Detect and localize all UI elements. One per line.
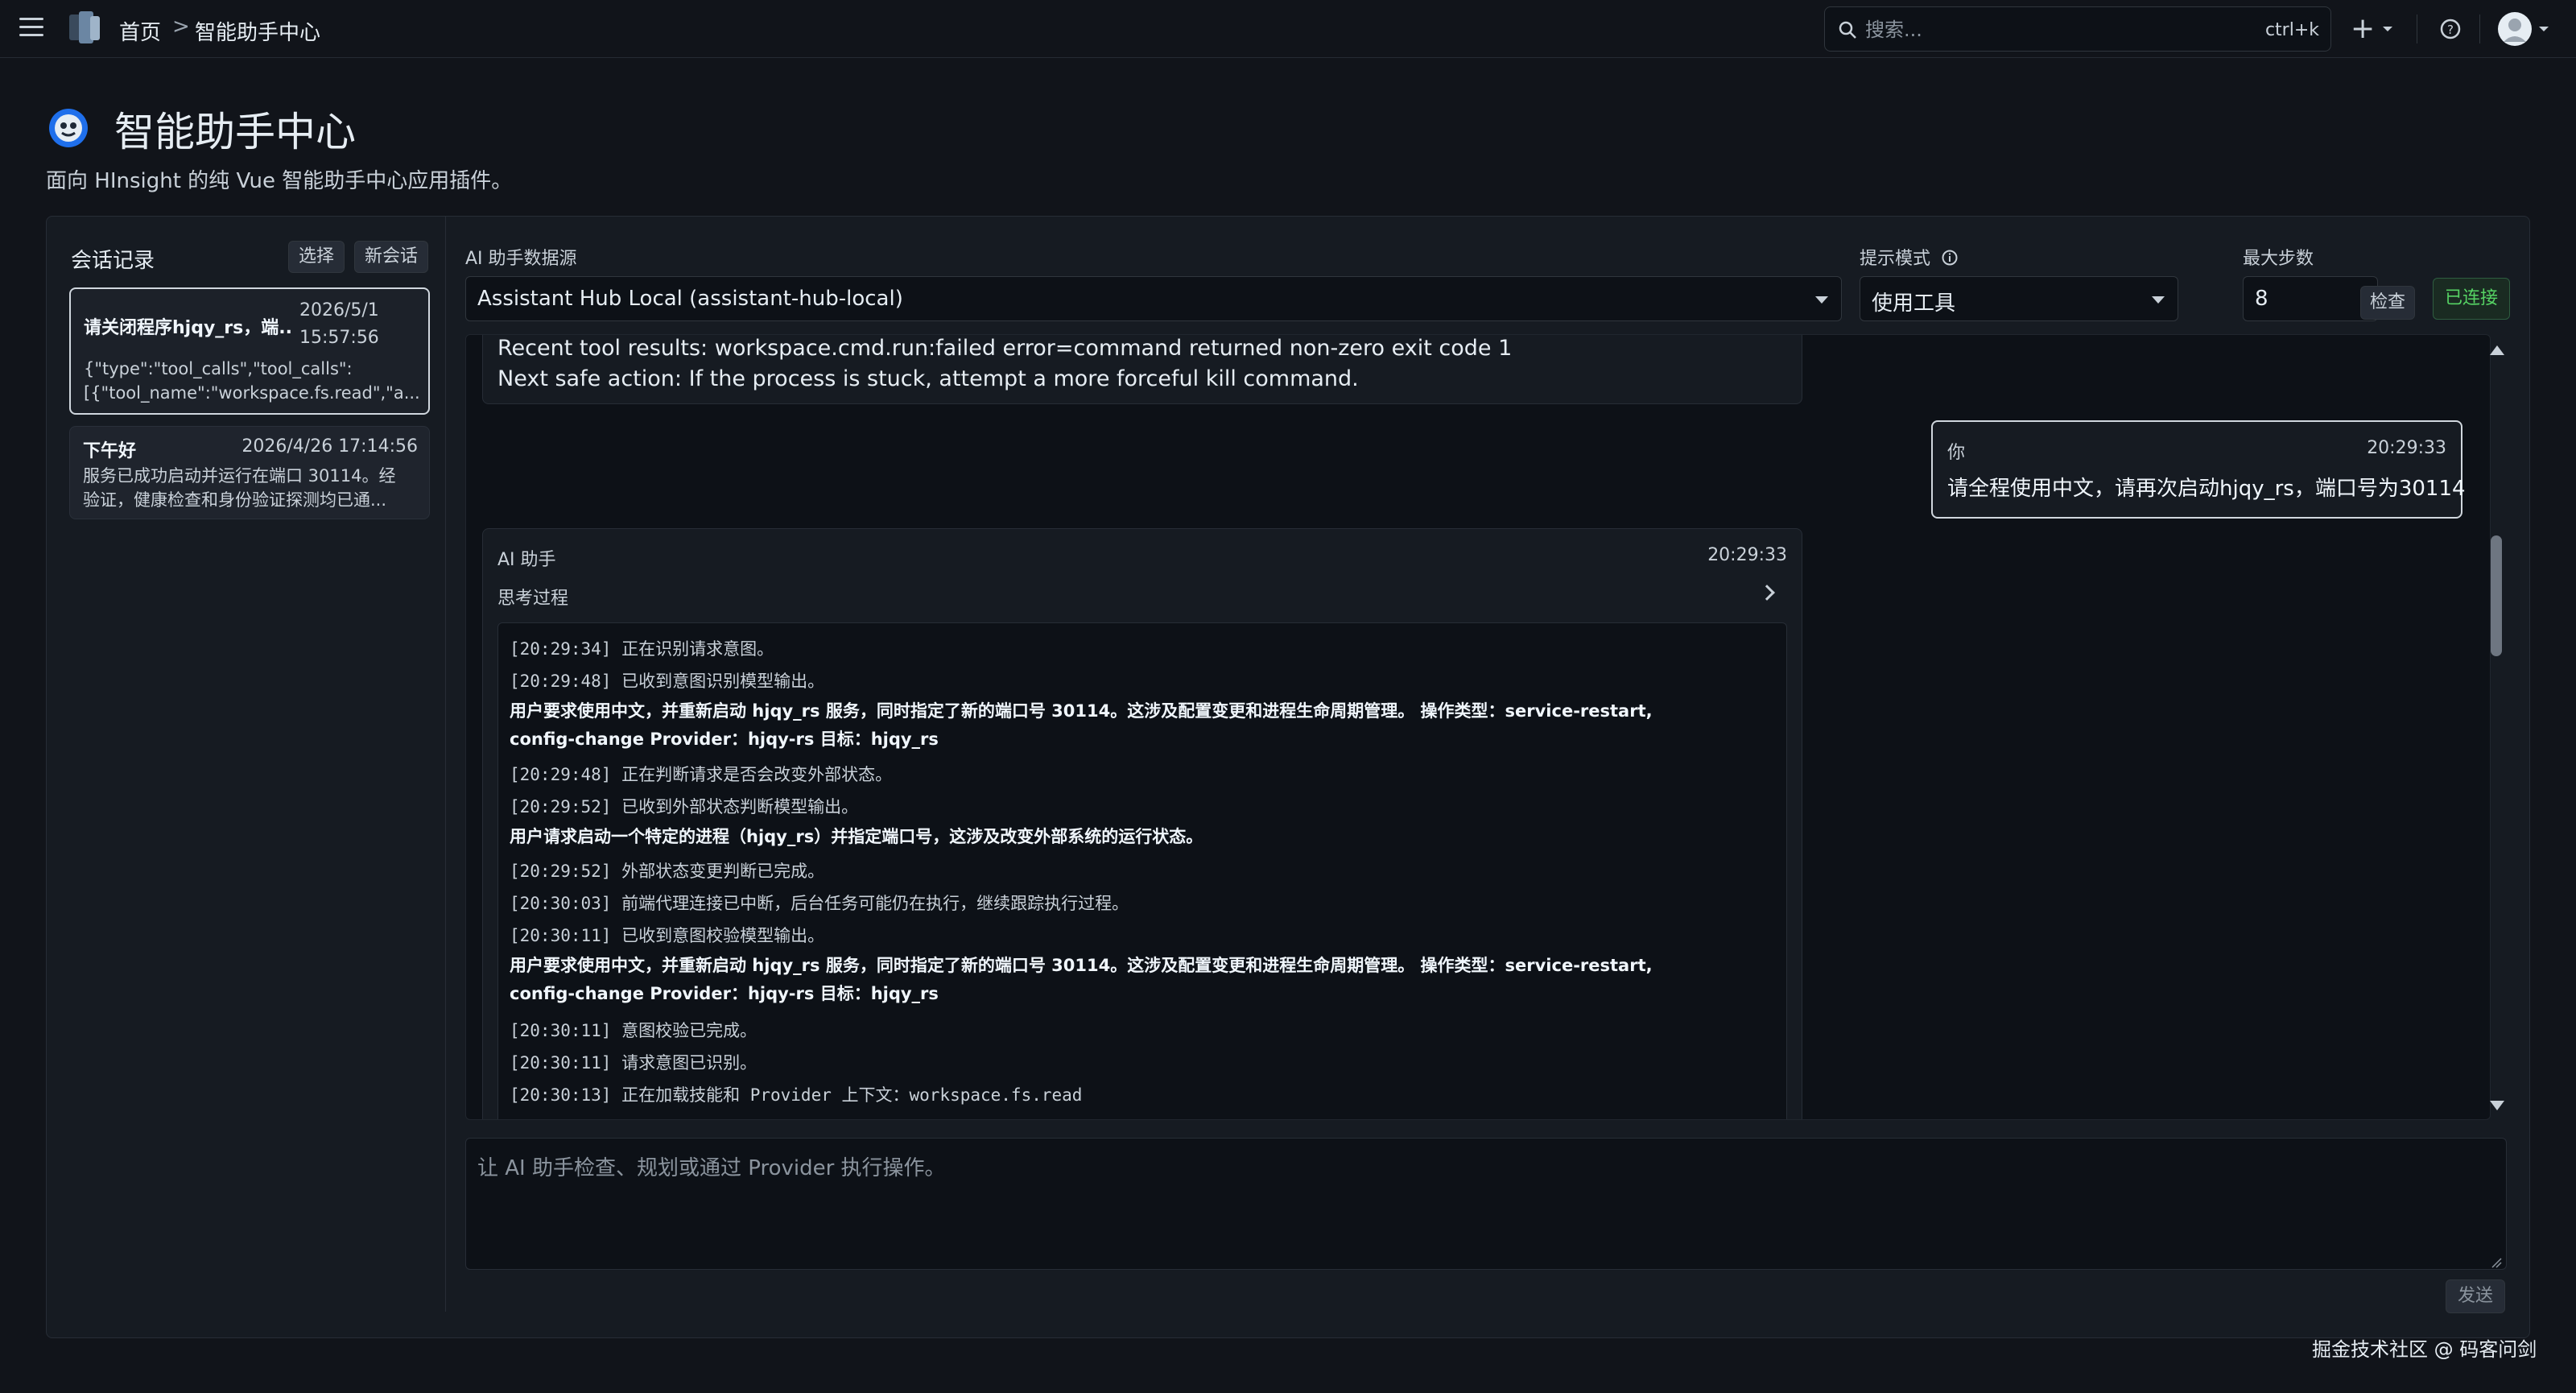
mode-value: 使用工具	[1872, 291, 1956, 316]
mode-select[interactable]: 使用工具	[1860, 276, 2178, 321]
log-line: [20:29:52] 外部状态变更判断已完成。	[510, 862, 825, 881]
conversation-title: 下午好	[83, 441, 137, 461]
message-input[interactable]	[465, 1138, 2507, 1270]
conversation-title: 请关闭程序hjqy_rs，端...	[84, 318, 293, 338]
message-time: 20:29:33	[1707, 545, 1787, 565]
conversation-preview: 服务已成功启动并运行在端口 30114。经	[83, 466, 396, 486]
breadcrumb-home[interactable]: 首页	[119, 16, 161, 46]
datasource-select[interactable]: Assistant Hub Local (assistant-hub-local…	[465, 276, 1842, 321]
thinking-toggle[interactable]: 思考过程	[497, 584, 568, 610]
message-time: 20:29:33	[2367, 438, 2446, 458]
message-author: AI 助手	[497, 550, 556, 570]
log-line: [20:29:52] 已收到外部状态判断模型输出。	[510, 797, 859, 816]
avatar-icon	[2498, 12, 2532, 46]
user-message: 你 20:29:33 请全程使用中文，请再次启动hjqy_rs，端口号为3011…	[1931, 420, 2466, 519]
conversation-preview: {"type":"tool_calls","tool_calls":	[84, 359, 353, 378]
log-line: 用户要求使用中文，并重新启动 hjqy_rs 服务，同时指定了新的端口号 301…	[510, 956, 1653, 1003]
search-icon	[1839, 21, 1856, 39]
conversation-preview: 验证，健康检查和身份验证探测均已通...	[83, 490, 387, 510]
info-icon	[1942, 250, 1958, 266]
message-text: Recent tool results: workspace.cmd.run:f…	[497, 336, 1513, 361]
connection-status-badge: 已连接	[2433, 278, 2510, 320]
message-author: 你	[1947, 443, 1966, 463]
assistant-message: Recent tool results: workspace.cmd.run:f…	[482, 335, 1802, 404]
divider	[2479, 14, 2480, 43]
caret-down-icon	[2152, 296, 2165, 304]
breadcrumb-separator: >	[172, 14, 190, 39]
svg-text:?: ?	[2447, 23, 2454, 37]
search-input[interactable]	[1865, 15, 2203, 44]
caret-down-icon	[1815, 296, 1828, 304]
log-line: [20:30:11] 请求意图已识别。	[510, 1053, 758, 1073]
message-text: Next safe action: If the process is stuc…	[497, 366, 1359, 391]
conversation-item[interactable]: 请关闭程序hjqy_rs，端... 2026/5/1 15:57:56 {"ty…	[69, 287, 430, 415]
assistant-panel: 会话记录 选择 新会话 请关闭程序hjqy_rs，端... 2026/5/1 1…	[46, 216, 2530, 1338]
assistant-message: AI 助手 20:29:33 思考过程 [20:29:34] 正在识别请求意图。…	[482, 528, 1802, 1119]
plus-icon: +	[2351, 12, 2376, 45]
menu-icon[interactable]	[19, 18, 43, 37]
conversation-time: 15:57:56	[299, 328, 379, 348]
chevron-down-icon	[2383, 27, 2393, 31]
page-subtitle: 面向 HInsight 的纯 Vue 智能助手中心应用插件。	[46, 169, 513, 193]
log-line: [20:30:11] 已收到意图校验模型输出。	[510, 926, 825, 945]
log-line: 用户要求使用中文，并重新启动 hjqy_rs 服务，同时指定了新的端口号 301…	[510, 701, 1653, 749]
log-line: 用户请求启动一个特定的进程（hjqy_rs）并指定端口号，这涉及改变外部系统的运…	[510, 827, 1203, 846]
check-button[interactable]: 检查	[2360, 286, 2415, 320]
assistant-logo-icon	[49, 109, 88, 147]
scrollbar-thumb[interactable]	[2491, 535, 2502, 656]
log-line: [20:29:48] 正在判断请求是否会改变外部状态。	[510, 765, 893, 784]
breadcrumb-current: 智能助手中心	[195, 21, 321, 45]
watermark: 掘金技术社区 @ 码客问剑	[2312, 1338, 2537, 1361]
message-list[interactable]: Recent tool results: workspace.cmd.run:f…	[465, 334, 2491, 1120]
datasource-value: Assistant Hub Local (assistant-hub-local…	[477, 287, 903, 311]
chat-content: AI 助手数据源 Assistant Hub Local (assistant-…	[465, 217, 2518, 1336]
log-line: [20:30:13] 正在加载技能和 Provider 上下文：workspac…	[510, 1085, 1083, 1105]
scroll-down-icon[interactable]	[2490, 1101, 2504, 1110]
top-bar: 首页 > 智能助手中心 ctrl+k + ?	[0, 0, 2576, 58]
help-icon[interactable]: ?	[2434, 11, 2467, 47]
conversation-datetime: 2026/4/26 17:14:56	[242, 436, 418, 457]
log-line: [20:30:03] 前端代理连接已中断，后台任务可能仍在执行，继续跟踪执行过程…	[510, 894, 1129, 913]
logo-icon	[69, 11, 100, 43]
global-search[interactable]: ctrl+k	[1824, 6, 2331, 52]
conversation-preview: [{"tool_name":"workspace.fs.read","a...	[84, 383, 420, 403]
max-steps-input[interactable]	[2243, 276, 2378, 321]
mode-label: 提示模式	[1860, 244, 1959, 270]
resize-handle-icon[interactable]	[2491, 1257, 2502, 1268]
conversation-date: 2026/5/1	[299, 300, 379, 320]
new-conversation-button[interactable]: 新会话	[354, 241, 429, 273]
send-button[interactable]: 发送	[2446, 1279, 2505, 1313]
chevron-down-icon	[2539, 27, 2549, 31]
search-shortcut: ctrl+k	[2264, 20, 2319, 40]
chevron-right-icon[interactable]	[1759, 585, 1775, 601]
log-line: [20:29:48] 已收到意图识别模型输出。	[510, 672, 825, 691]
log-line: [20:30:11] 意图校验已完成。	[510, 1021, 758, 1040]
scroll-up-icon[interactable]	[2490, 345, 2504, 355]
add-button[interactable]: +	[2351, 11, 2394, 47]
log-line: [20:29:34] 正在识别请求意图。	[510, 639, 774, 659]
user-menu[interactable]	[2497, 11, 2550, 47]
steps-label: 最大步数	[2243, 249, 2314, 269]
select-button[interactable]: 选择	[288, 241, 345, 273]
datasource-label: AI 助手数据源	[465, 249, 577, 269]
thinking-log: [20:29:34] 正在识别请求意图。 [20:29:48] 已收到意图识别模…	[497, 622, 1787, 1119]
message-text: 请全程使用中文，请再次启动hjqy_rs，端口号为30114	[1947, 477, 2466, 501]
sidebar-title: 会话记录	[71, 249, 155, 273]
chat-scrollbar[interactable]	[2486, 334, 2507, 1120]
conversation-item[interactable]: 下午好 2026/4/26 17:14:56 服务已成功启动并运行在端口 301…	[69, 426, 430, 519]
page-title: 智能助手中心	[114, 109, 356, 155]
conversation-sidebar: 会话记录 选择 新会话 请关闭程序hjqy_rs，端... 2026/5/1 1…	[47, 217, 446, 1312]
